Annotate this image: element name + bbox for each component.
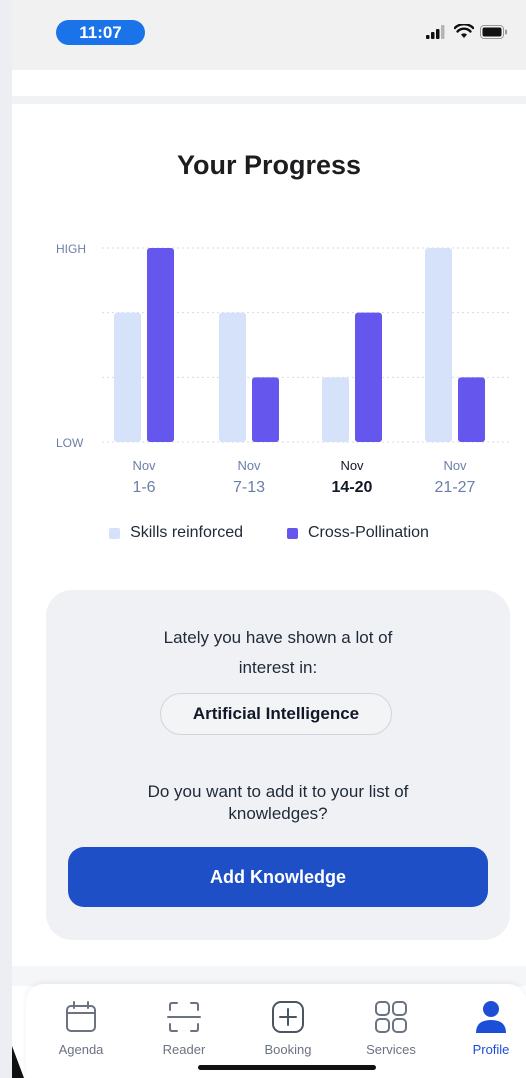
x-tick-month-2: Nov bbox=[237, 458, 261, 473]
legend-swatch-cross-pollination bbox=[287, 527, 298, 539]
y-axis-high-label: HIGH bbox=[56, 242, 86, 256]
interest-suggestion-card: Lately you have shown a lot of interest … bbox=[46, 590, 510, 940]
grid-icon bbox=[374, 998, 408, 1036]
status-icons bbox=[426, 24, 508, 39]
tab-agenda-label: Agenda bbox=[58, 1042, 104, 1057]
x-tick-month-4: Nov bbox=[443, 458, 467, 473]
tab-profile[interactable]: Profile bbox=[446, 998, 526, 1057]
bar-skills-1 bbox=[114, 312, 141, 442]
status-bar: 11:07 bbox=[12, 0, 526, 70]
battery-icon bbox=[480, 25, 507, 39]
signal-icon bbox=[426, 25, 445, 39]
y-axis-low-label: LOW bbox=[56, 436, 84, 450]
bottom-tab-bar: Agenda Reader Booking Services Profile bbox=[26, 984, 526, 1078]
bar-skills-3 bbox=[322, 377, 349, 442]
bar-skills-4 bbox=[425, 248, 452, 442]
legend-item-skills: Skills reinforced bbox=[109, 524, 243, 542]
add-knowledge-button[interactable]: Add Knowledge bbox=[68, 847, 488, 907]
x-tick-range-1: 1-6 bbox=[132, 479, 155, 496]
x-tick-range-4: 21-27 bbox=[435, 479, 476, 496]
legend-item-cross-pollination: Cross-Pollination bbox=[287, 524, 429, 542]
bar-cross-pollination-4 bbox=[458, 377, 485, 442]
suggestion-text-line-2: interest in: bbox=[238, 658, 318, 677]
tab-profile-label: Profile bbox=[472, 1042, 510, 1057]
tab-reader[interactable]: Reader bbox=[139, 998, 229, 1057]
header-divider bbox=[12, 96, 526, 104]
legend-swatch-skills bbox=[109, 527, 121, 539]
status-time: 11:07 bbox=[56, 20, 145, 45]
interest-topic-chip: Artificial Intelligence bbox=[160, 693, 392, 735]
calendar-icon bbox=[64, 998, 98, 1036]
home-indicator bbox=[198, 1065, 376, 1070]
tab-services-label: Services bbox=[366, 1042, 416, 1057]
tab-booking-label: Booking bbox=[264, 1042, 312, 1057]
legend-label-skills: Skills reinforced bbox=[130, 524, 243, 541]
chart-legend: Skills reinforced Cross-Pollination bbox=[12, 524, 526, 542]
bar-cross-pollination-2 bbox=[252, 377, 279, 442]
page-title: Your Progress bbox=[176, 150, 362, 180]
suggestion-question-line-2: knowledges? bbox=[228, 804, 328, 823]
progress-chart: HIGH LOW Nov 1-6 Nov 7-13 Nov 14-20 Nov 21-27 bbox=[56, 242, 512, 496]
person-icon bbox=[474, 998, 508, 1036]
left-gutter bbox=[0, 0, 12, 1078]
tab-agenda[interactable]: Agenda bbox=[36, 998, 126, 1057]
x-tick-month-3: Nov bbox=[340, 458, 364, 473]
bar-cross-pollination-3 bbox=[355, 312, 382, 442]
tab-booking[interactable]: Booking bbox=[243, 998, 333, 1057]
x-tick-range-3: 14-20 bbox=[332, 479, 373, 496]
wifi-icon bbox=[454, 24, 474, 38]
bar-skills-2 bbox=[219, 312, 246, 442]
suggestion-text-line-1: Lately you have shown a lot of bbox=[163, 628, 393, 647]
scan-icon bbox=[167, 998, 201, 1036]
tab-services[interactable]: Services bbox=[346, 998, 436, 1057]
legend-label-cross-pollination: Cross-Pollination bbox=[308, 524, 429, 541]
app-screen: 11:07 Your Progress HIGH LOW Nov 1-6 Nov 7-13… bbox=[12, 0, 526, 1078]
x-tick-range-2: 7-13 bbox=[233, 479, 265, 496]
x-tick-month-1: Nov bbox=[132, 458, 156, 473]
suggestion-question-line-1: Do you want to add it to your list of bbox=[147, 782, 409, 801]
bottom-spacer bbox=[12, 966, 526, 986]
tab-reader-label: Reader bbox=[162, 1042, 206, 1057]
plus-square-icon bbox=[271, 998, 305, 1036]
bar-cross-pollination-1 bbox=[147, 248, 174, 442]
